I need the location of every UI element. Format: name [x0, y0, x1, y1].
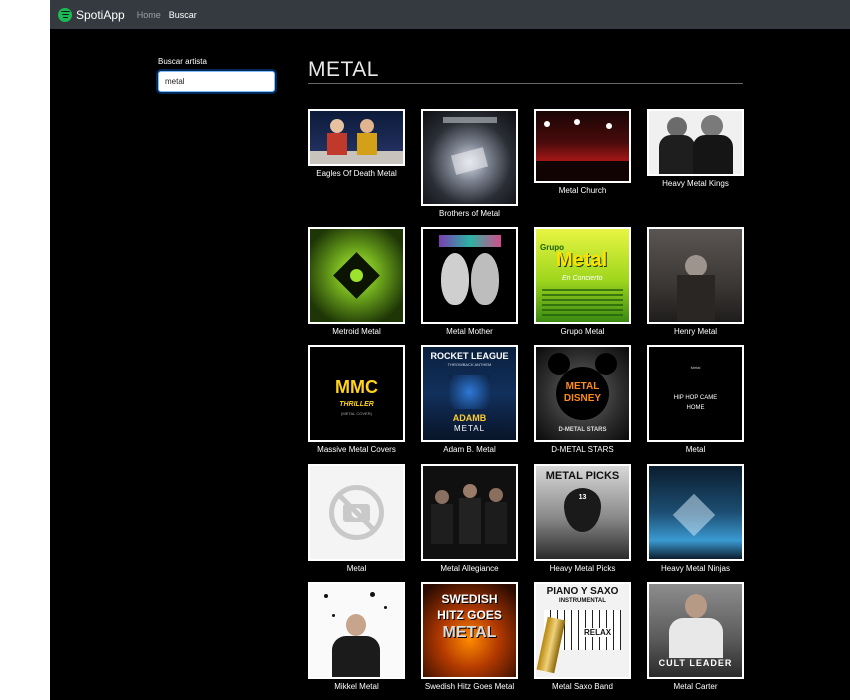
- art-text: ADAMB: [452, 413, 487, 423]
- artist-image: Grupo Metal En Concierto: [534, 227, 631, 324]
- artist-image: [647, 464, 744, 561]
- artist-name: Metal Mother: [446, 327, 493, 336]
- title-divider: [308, 83, 743, 84]
- art-text: INSTRUMENTAL: [559, 598, 606, 604]
- art-text: (METAL COVER): [341, 411, 372, 416]
- artist-name: Mikkel Metal: [334, 682, 379, 691]
- artist-name: D-METAL STARS: [551, 445, 614, 454]
- artist-name: Brothers of Metal: [439, 209, 500, 218]
- artist-name: Metal: [346, 564, 367, 573]
- artist-card[interactable]: MMC THRILLER (METAL COVER) Massive Metal…: [308, 345, 405, 454]
- artist-name: Metal Saxo Band: [552, 682, 613, 691]
- artist-card[interactable]: Metal HIP HOP CAME HOME Metal: [647, 345, 744, 454]
- art-text: 13: [578, 494, 587, 501]
- artist-card[interactable]: Heavy Metal Kings: [647, 109, 744, 188]
- art-text: MMC: [335, 377, 378, 397]
- artist-card[interactable]: Grupo Metal En Concierto Grupo Metal: [534, 227, 631, 336]
- artist-name: Metal: [685, 445, 706, 454]
- art-text: En Concierto: [562, 275, 603, 282]
- art-text: HOME: [686, 405, 705, 411]
- artist-name: Swedish Hitz Goes Metal: [424, 682, 515, 691]
- art-text: PIANO Y SAXO: [546, 586, 619, 597]
- artist-card[interactable]: SWEDISH HITZ GOES METAL Swedish Hitz Goe…: [421, 582, 518, 691]
- art-text: METAL: [442, 624, 497, 641]
- nav-buscar-link[interactable]: Buscar: [169, 10, 197, 20]
- art-text: SWEDISH: [441, 592, 498, 606]
- artist-name: Grupo Metal: [560, 327, 605, 336]
- artist-image: [308, 109, 405, 166]
- artist-image: MMC THRILLER (METAL COVER): [308, 345, 405, 442]
- brand-link[interactable]: SpotiApp: [58, 7, 125, 22]
- artist-name: Heavy Metal Kings: [662, 179, 729, 188]
- spotify-icon: [58, 7, 72, 22]
- artist-image: [308, 582, 405, 679]
- artist-name: Metal Allegiance: [440, 564, 499, 573]
- artist-card[interactable]: Metal Church: [534, 109, 631, 195]
- app-window: SpotiApp Home Buscar Buscar artista META…: [50, 0, 850, 700]
- artist-image: [308, 227, 405, 324]
- art-text: THRILLER: [339, 401, 374, 408]
- artist-image: METAL DISNEY D-METAL STARS: [534, 345, 631, 442]
- artist-image: SWEDISH HITZ GOES METAL: [421, 582, 518, 679]
- artist-card[interactable]: Metroid Metal: [308, 227, 405, 336]
- artist-card[interactable]: Metal Allegiance: [421, 464, 518, 573]
- artist-image: PIANO Y SAXO INSTRUMENTAL RELAX: [534, 582, 631, 679]
- artist-image: CULT LEADER: [647, 582, 744, 679]
- artist-card[interactable]: ROCKET LEAGUE THROWBACK ANTHEM ADAMB MET…: [421, 345, 518, 454]
- artist-image: METAL PICKS 13: [534, 464, 631, 561]
- navbar: SpotiApp Home Buscar: [50, 0, 850, 29]
- search-label: Buscar artista: [158, 57, 207, 66]
- art-text: HIP HOP CAME: [673, 395, 718, 401]
- artist-card[interactable]: PIANO Y SAXO INSTRUMENTAL RELAX Metal Sa…: [534, 582, 631, 691]
- no-image-icon: [329, 485, 384, 540]
- artist-image: [421, 109, 518, 206]
- artist-image: ROCKET LEAGUE THROWBACK ANTHEM ADAMB MET…: [421, 345, 518, 442]
- artist-image: [534, 109, 631, 183]
- search-input[interactable]: [158, 71, 275, 92]
- art-text: ROCKET LEAGUE: [430, 351, 509, 361]
- art-text: METAL: [453, 424, 486, 433]
- art-text: DISNEY: [563, 393, 602, 404]
- artist-card[interactable]: Eagles Of Death Metal: [308, 109, 405, 178]
- artist-name: Adam B. Metal: [443, 445, 496, 454]
- artist-image: Metal HIP HOP CAME HOME: [647, 345, 744, 442]
- art-text: METAL PICKS: [545, 470, 620, 482]
- artist-name: Massive Metal Covers: [317, 445, 396, 454]
- artist-name: Heavy Metal Ninjas: [661, 564, 730, 573]
- brand-label: SpotiApp: [76, 7, 125, 22]
- artist-card[interactable]: Brothers of Metal: [421, 109, 518, 218]
- art-text: THROWBACK ANTHEM: [447, 362, 492, 367]
- artist-name: Eagles Of Death Metal: [316, 169, 397, 178]
- artist-name: Henry Metal: [673, 327, 718, 336]
- artist-card[interactable]: Metal: [308, 464, 405, 573]
- art-text: RELAX: [582, 628, 614, 637]
- artist-name: Metal Church: [558, 186, 607, 195]
- artist-card[interactable]: Mikkel Metal: [308, 582, 405, 691]
- artist-name: Metroid Metal: [332, 327, 381, 336]
- nav-home-link[interactable]: Home: [137, 10, 161, 20]
- artist-card[interactable]: Metal Mother: [421, 227, 518, 336]
- art-text: HITZ GOES: [437, 608, 502, 622]
- art-text: CULT LEADER: [658, 658, 733, 668]
- artist-image: [647, 227, 744, 324]
- art-text: Metal: [556, 249, 608, 271]
- art-text: METAL: [565, 381, 600, 392]
- art-text: Metal: [690, 365, 701, 370]
- artist-image: [421, 464, 518, 561]
- art-text: D-METAL STARS: [558, 427, 607, 433]
- artist-image: [308, 464, 405, 561]
- artist-card[interactable]: METAL DISNEY D-METAL STARS D-METAL STARS: [534, 345, 631, 454]
- artist-card[interactable]: Heavy Metal Ninjas: [647, 464, 744, 573]
- artist-card[interactable]: Henry Metal: [647, 227, 744, 336]
- page-title: METAL: [308, 58, 379, 81]
- artist-image: [647, 109, 744, 176]
- artist-card[interactable]: METAL PICKS 13 Heavy Metal Picks: [534, 464, 631, 573]
- artist-image: [421, 227, 518, 324]
- artist-name: Heavy Metal Picks: [549, 564, 616, 573]
- artist-card[interactable]: CULT LEADER Metal Carter: [647, 582, 744, 691]
- artist-name: Metal Carter: [673, 682, 718, 691]
